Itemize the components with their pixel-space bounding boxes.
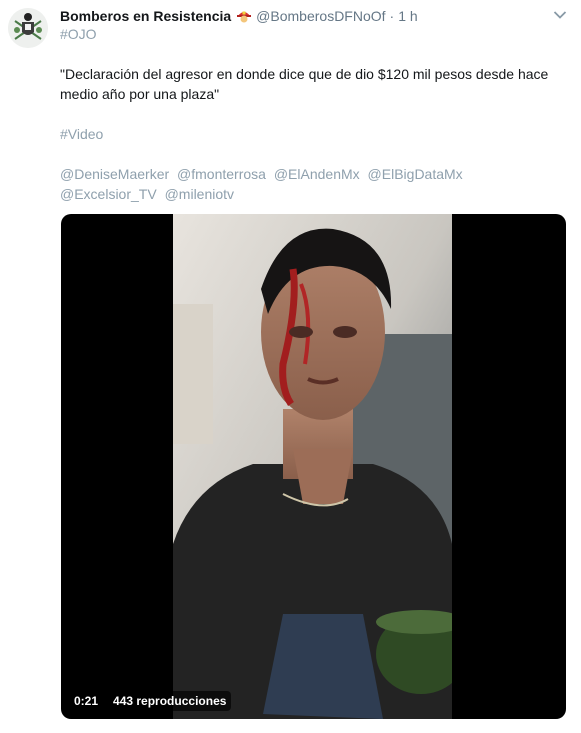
hashtag-ojo[interactable]: #OJO [60,24,97,44]
video-player[interactable]: 0:21 443 reproducciones [61,214,566,719]
firefighter-logo-icon [8,8,48,48]
mention-link[interactable]: @fmonterrosa [177,166,266,182]
author-handle[interactable]: @BomberosDFNoOf [256,8,385,24]
mention-link[interactable]: @ElAndenMx [274,166,360,182]
separator-dot: · [389,8,395,24]
tweet: Bomberos en Resistencia @BomberosDFNoOf … [0,0,581,733]
firefighter-emoji-icon [237,11,252,23]
mention-link[interactable]: @mileniotv [165,186,234,202]
author-name[interactable]: Bomberos en Resistencia [60,8,231,24]
video-views: 443 reproducciones [108,691,232,711]
chevron-down-icon[interactable] [553,10,567,20]
tweet-time[interactable]: 1 h [398,8,417,24]
avatar[interactable] [8,8,48,48]
video-badges: 0:21 443 reproducciones [69,691,232,711]
tweet-header: Bomberos en Resistencia @BomberosDFNoOf … [60,6,541,26]
mentions: @DeniseMaerker @fmonterrosa @ElAndenMx @… [60,164,560,204]
mention-link[interactable]: @Excelsior_TV [60,186,157,202]
video-frame[interactable] [173,214,452,719]
video-duration: 0:21 [69,691,104,711]
hashtag-video[interactable]: #Video [60,124,103,144]
mention-link[interactable]: @ElBigDataMx [368,166,463,182]
tweet-text: "Declaración del agresor en donde dice q… [60,66,549,102]
mention-link[interactable]: @DeniseMaerker [60,166,169,182]
video-thumbnail-image [173,214,452,719]
